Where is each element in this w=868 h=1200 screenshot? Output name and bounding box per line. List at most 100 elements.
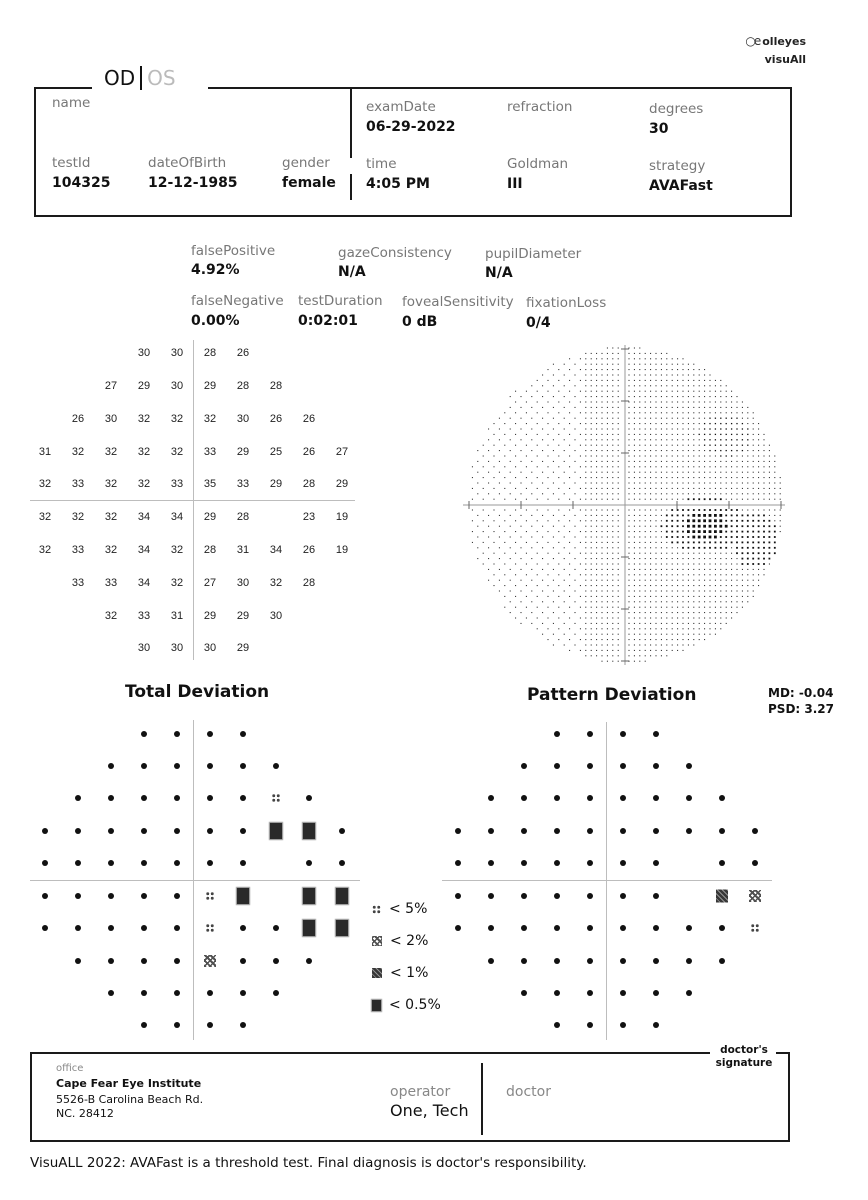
grayscale-cell (601, 606, 603, 608)
grayscale-cell (720, 471, 722, 473)
grayscale-cell (644, 579, 646, 581)
grayscale-cell (704, 574, 706, 576)
grayscale-cell (617, 498, 619, 500)
grayscale-cell (758, 487, 760, 489)
grayscale-cell (515, 444, 517, 446)
normal-point (240, 828, 246, 834)
grayscale-cell (644, 406, 646, 408)
grayscale-cell (677, 558, 679, 560)
grayscale-cell (628, 595, 630, 597)
grayscale-cell (709, 379, 711, 381)
grayscale-cell (714, 524, 717, 528)
grayscale-cell (601, 439, 603, 441)
grayscale-cell (574, 406, 576, 408)
foveal-sensitivity-value: 0 dB (402, 314, 438, 330)
grayscale-cell (606, 352, 608, 354)
grayscale-cell (633, 595, 635, 597)
grayscale-cell (644, 660, 646, 662)
grayscale-cell (509, 547, 511, 549)
grayscale-cell (596, 363, 598, 365)
grayscale-cell (677, 552, 679, 554)
grayscale-cell (720, 493, 722, 495)
grayscale-cell (671, 612, 673, 614)
grayscale-cell (741, 439, 744, 441)
grayscale-cell (596, 639, 598, 641)
grayscale-cell (633, 617, 635, 619)
grayscale-cell (698, 498, 701, 501)
grayscale-cell (531, 590, 533, 592)
grayscale-cell (639, 482, 641, 484)
refraction-label: refraction (507, 99, 573, 115)
grayscale-cell (552, 396, 554, 398)
grayscale-cell (757, 563, 760, 565)
grayscale-cell (704, 487, 706, 489)
grayscale-cell (525, 423, 527, 425)
foveal-sensitivity-label: fovealSensitivity (402, 294, 514, 310)
grayscale-cell (585, 617, 587, 619)
grayscale-cell (763, 574, 765, 576)
grayscale-cell (482, 455, 484, 457)
grayscale-cell (731, 406, 733, 408)
grayscale-cell (731, 579, 733, 581)
grayscale-cell (655, 601, 657, 603)
grayscale-cell (752, 525, 755, 528)
grayscale-cell (660, 568, 662, 570)
grayscale-cell (558, 444, 560, 446)
grayscale-cell (612, 639, 614, 641)
grayscale-cell (693, 601, 695, 603)
grayscale-cell (746, 563, 749, 565)
grayscale-cell (617, 601, 619, 603)
grayscale-cell (650, 568, 652, 570)
normal-point (719, 828, 725, 834)
grayscale-cell (633, 401, 635, 403)
grayscale-cell (488, 460, 490, 462)
grayscale-cell (612, 352, 614, 354)
grayscale-cell (644, 423, 646, 425)
grayscale-cell (639, 379, 641, 381)
threshold-value: 32 (104, 610, 118, 622)
grayscale-cell (682, 601, 684, 603)
md-value: MD: -0.04 (768, 686, 834, 700)
grayscale-cell (666, 406, 668, 408)
grayscale-cell (655, 417, 657, 419)
grayscale-cell (617, 552, 619, 554)
grayscale-cell (493, 574, 495, 576)
normal-point (141, 958, 147, 964)
grayscale-cell (768, 477, 770, 479)
grayscale-cell (720, 449, 722, 452)
grayscale-cell (666, 444, 668, 446)
grayscale-cell (606, 412, 608, 414)
grayscale-cell (628, 401, 630, 403)
grayscale-cell (525, 595, 527, 597)
grayscale-cell (552, 439, 554, 441)
grayscale-cell (574, 396, 576, 398)
grayscale-cell (639, 579, 641, 581)
normal-point (141, 795, 147, 801)
grayscale-cell (682, 482, 684, 484)
threshold-value: 25 (269, 446, 283, 458)
grayscale-cell (655, 531, 657, 533)
grayscale-cell (682, 536, 684, 538)
grayscale-cell (650, 423, 652, 425)
grayscale-cell (650, 574, 652, 576)
grayscale-cell (525, 466, 527, 468)
grayscale-cell (677, 639, 679, 641)
grayscale-cell (525, 585, 527, 587)
grayscale-cell (671, 493, 673, 495)
tab-od[interactable]: OD (104, 66, 135, 90)
grayscale-cell (703, 519, 706, 523)
grayscale-cell (714, 519, 717, 523)
normal-point (653, 763, 659, 769)
grayscale-cell (612, 433, 614, 435)
grayscale-cell (644, 590, 646, 592)
grayscale-cell (731, 606, 733, 608)
grayscale-cell (531, 428, 533, 430)
grayscale-cell (757, 552, 760, 555)
grayscale-cell (644, 639, 646, 641)
grayscale-cell (703, 530, 706, 533)
probability-symbol-p05 (303, 920, 315, 936)
grayscale-cell (677, 477, 679, 479)
tab-os[interactable]: OS (147, 66, 175, 90)
grayscale-cell (736, 541, 738, 544)
grayscale-cell (596, 585, 598, 587)
